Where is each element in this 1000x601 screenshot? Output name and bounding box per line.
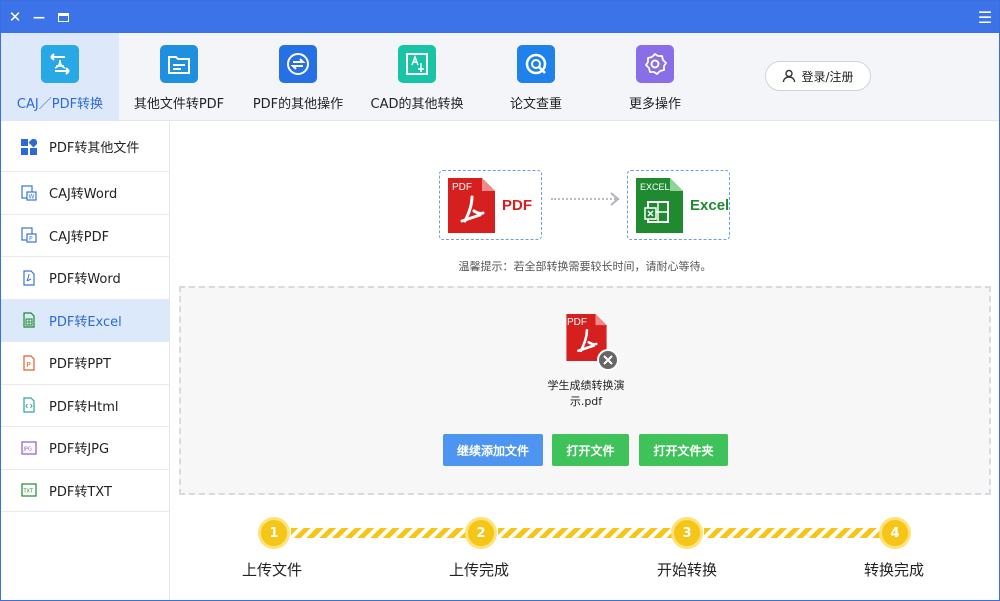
uploaded-file-name: 学生成绩转换演 示.pdf [547, 379, 625, 408]
minimize-button[interactable]: — [27, 1, 51, 33]
close-icon [603, 355, 613, 365]
step-2-circle: 2 [465, 517, 497, 549]
tool-caj-pdf-convert[interactable]: CAJ／PDF转换 [1, 33, 119, 121]
sidebar-item-pdf-to-word[interactable]: PDF转Word [1, 257, 169, 300]
sidebar-item-pdf-to-other[interactable]: PDF转其他文件 [1, 122, 169, 172]
sidebar-item-label: PDF转其他文件 [49, 141, 140, 156]
paper-check-icon [517, 45, 555, 83]
pdf-html-icon [20, 396, 38, 414]
sidebar-item-label: PDF转TXT [49, 484, 112, 500]
top-toolbar: CAJ／PDF转换 其他文件转PDF PDF的其他操作 CAD的其他转换 论文查… [1, 33, 999, 121]
restore-button[interactable] [51, 1, 75, 33]
sidebar-item-pdf-to-txt[interactable]: TXT PDF转TXT [1, 470, 169, 512]
svg-text:P: P [29, 236, 33, 243]
step-4-circle: 4 [879, 517, 911, 549]
step-3-circle: 3 [671, 517, 703, 549]
menu-button[interactable]: ☰ [973, 1, 997, 33]
title-bar: ✕ — ☰ [1, 1, 999, 33]
source-format-card: PDF PDF [439, 170, 542, 240]
sidebar-item-label: CAJ转PDF [49, 229, 110, 245]
tool-label: 其他文件转PDF [133, 97, 225, 112]
sidebar-item-label: PDF转Word [49, 272, 121, 288]
step-connector [291, 528, 471, 538]
source-format-label: PDF [502, 196, 532, 214]
svg-text:P: P [27, 361, 31, 369]
pdf-txt-icon: TXT [20, 481, 38, 499]
pdf-ppt-icon: P [20, 354, 38, 372]
step-1-label: 上传文件 [242, 561, 303, 579]
sidebar-item-label: CAJ转Word [49, 187, 118, 203]
target-format-card: EXCEL Excel [627, 170, 730, 240]
open-file-button[interactable]: 打开文件 [552, 434, 629, 466]
excel-file-icon: EXCEL [636, 177, 683, 233]
step-3-label: 开始转换 [657, 561, 718, 579]
pdf-file-icon: PDF [448, 177, 495, 233]
grid-icon [20, 138, 38, 156]
login-label: 登录/注册 [801, 69, 854, 84]
tip-text: 温馨提示：若全部转换需要较长时间，请耐心等待。 [458, 260, 712, 273]
progress-steps: 1 2 3 4 上传文件 上传完成 开始转换 转换完成 [171, 512, 999, 600]
add-more-files-button[interactable]: 继续添加文件 [443, 434, 543, 466]
file-to-pdf-icon [160, 45, 198, 83]
pdf-tag: PDF [567, 317, 587, 328]
target-format-label: Excel [690, 196, 730, 214]
svg-text:TXT: TXT [23, 489, 34, 495]
caj-pdf-convert-icon [41, 45, 79, 83]
sidebar-item-label: PDF转Excel [49, 314, 122, 330]
app-window: ✕ — ☰ CAJ／PDF转换 其他文件转PDF PDF的其他操作 CAD的其他… [0, 0, 1000, 601]
step-connector [498, 528, 678, 538]
remove-file-button[interactable] [597, 349, 619, 371]
pdf-jpg-icon: JPG [20, 439, 38, 457]
sidebar-item-pdf-to-excel[interactable]: PDF转Excel [1, 299, 169, 342]
svg-text:W: W [29, 193, 35, 200]
sidebar-item-label: PDF转PPT [49, 357, 111, 373]
sidebar-item-pdf-to-ppt[interactable]: P PDF转PPT [1, 342, 169, 385]
tool-more-operations[interactable]: 更多操作 [596, 33, 714, 121]
tool-pdf-operations[interactable]: PDF的其他操作 [239, 33, 357, 121]
sidebar-item-pdf-to-jpg[interactable]: JPG PDF转JPG [1, 427, 169, 470]
tool-file-to-pdf[interactable]: 其他文件转PDF [120, 33, 238, 121]
login-register-button[interactable]: 登录/注册 [765, 61, 871, 91]
caj-word-icon: W [20, 184, 38, 202]
sidebar-item-caj-to-pdf[interactable]: P CAJ转PDF [1, 215, 169, 257]
pdf-excel-icon [20, 311, 38, 329]
tool-label: 更多操作 [628, 97, 681, 112]
tool-cad-convert[interactable]: CAD的其他转换 [358, 33, 476, 121]
open-folder-button[interactable]: 打开文件夹 [639, 434, 728, 466]
caj-pdf-icon: P [20, 226, 38, 244]
restore-icon [57, 12, 69, 22]
svg-text:JPG: JPG [23, 446, 32, 452]
tool-label: PDF的其他操作 [252, 97, 344, 112]
arrow-right-icon [610, 192, 620, 206]
excel-tag: EXCEL [640, 181, 670, 192]
pdf-tag: PDF [452, 181, 472, 193]
uploaded-file-card: PDF [563, 314, 619, 371]
user-icon [783, 69, 796, 83]
sidebar: PDF转其他文件 W CAJ转Word P CAJ转PDF PDF转Word P… [1, 122, 170, 600]
step-4-label: 转换完成 [864, 561, 925, 579]
cad-convert-icon [398, 45, 436, 83]
file-drop-zone[interactable]: PDF 学生成绩转换演 示.pdf 继续添加文件 打开文件 打开文件夹 [179, 286, 991, 495]
main-panel: PDF PDF EXCEL Excel 温馨提示：若全部转换需要较长时间，请耐心… [171, 122, 999, 600]
tool-label: 论文查重 [509, 97, 562, 112]
tool-label: CAD的其他转换 [370, 97, 464, 112]
tool-paper-check[interactable]: 论文查重 [477, 33, 595, 121]
pdf-operations-icon [279, 45, 317, 83]
sidebar-item-label: PDF转JPG [49, 442, 110, 458]
more-settings-icon [636, 45, 674, 83]
sidebar-item-pdf-to-html[interactable]: PDF转Html [1, 385, 169, 427]
sidebar-item-caj-to-word[interactable]: W CAJ转Word [1, 172, 169, 215]
step-connector [704, 528, 884, 538]
step-1-circle: 1 [258, 517, 290, 549]
close-button[interactable]: ✕ [3, 1, 27, 33]
pdf-word-icon [20, 269, 38, 287]
step-2-label: 上传完成 [449, 561, 510, 579]
tool-label: CAJ／PDF转换 [16, 97, 104, 112]
sidebar-item-label: PDF转Html [49, 399, 119, 415]
